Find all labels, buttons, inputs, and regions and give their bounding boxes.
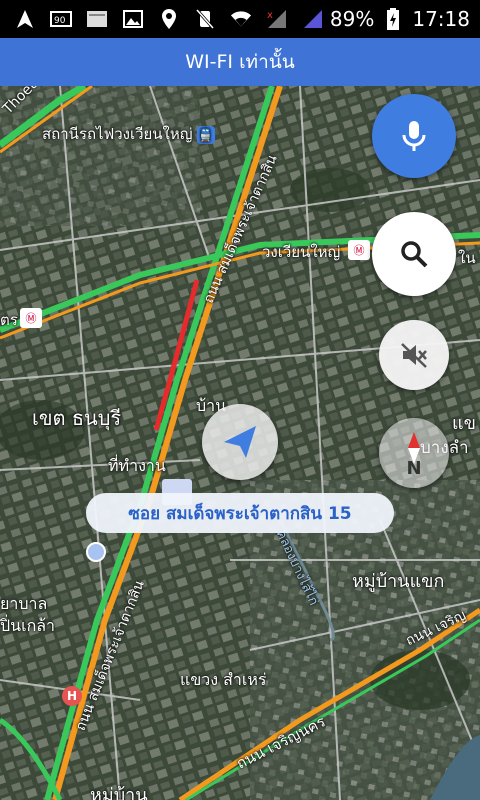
signal-no-data-icon: x [266,8,288,30]
volume-off-icon [401,343,427,368]
image-icon [122,8,144,30]
map-label-station: สถานีรถไฟวงเวียนใหญ่ 🚆 [42,122,215,146]
map-label-right-edge-top: ใน [458,249,476,267]
clock: 17:18 [412,7,470,31]
wifi-only-banner: WI-FI เท่านั้น [0,38,480,86]
map-label-pin-klao: ปิ่นเกล้า [0,616,56,635]
map-label-khwaeng-samre: แขวง สำเหร่ [180,670,267,689]
compass-button[interactable]: N [379,418,449,488]
place-pin-icon [86,542,106,562]
notification-90-icon: 90 [50,8,72,30]
map-label-village-khaek: หมู่บ้านแขก [352,571,445,592]
map-label-left-edge-tr: ตร [0,311,18,329]
banner-text: WI-FI เท่านั้น [185,51,295,73]
battery-percent: 89% [329,7,375,31]
voice-search-button[interactable] [372,94,456,178]
map-label-thonburi: เขต ธนบุรี [32,406,122,430]
map-label-right-edge-mid: แข [452,413,476,434]
wongwian-yai-station-icon: Ⓜ [348,240,370,260]
status-bar: 90 x 89% 17:18 [0,0,480,38]
map-label-village-bottom: หมู่บ้าน [90,785,148,800]
battery-charging-icon [382,8,404,30]
compass-letter: N [406,458,421,476]
compass-icon: N [406,432,422,476]
station-label-text: สถานีรถไฟวงเวียนใหญ่ [42,125,193,143]
my-location-arrow[interactable] [202,404,278,480]
wifi-icon [230,8,252,30]
mute-button[interactable] [379,320,449,390]
train-station-icon: 🚆 [196,125,215,144]
map-label-wongwian-yai: วงเวียนใหญ่ [262,243,341,261]
microphone-icon [402,121,426,151]
signal-icon [302,8,324,30]
svg-text:90: 90 [54,16,66,26]
storage-icon [86,8,108,30]
location-icon [158,8,180,30]
vibrate-off-icon [194,8,216,30]
search-button[interactable] [372,212,456,296]
search-icon [401,241,428,268]
navigation-arrow-icon [224,426,256,458]
navigation-icon [14,8,36,30]
current-street-label: ซอย สมเด็จพระเจ้าตากสิน 15 [86,493,394,533]
left-station-icon: Ⓜ [20,308,42,328]
svg-text:x: x [267,10,273,21]
map-label-tha-kan: ที่ทำงาน [108,456,166,475]
